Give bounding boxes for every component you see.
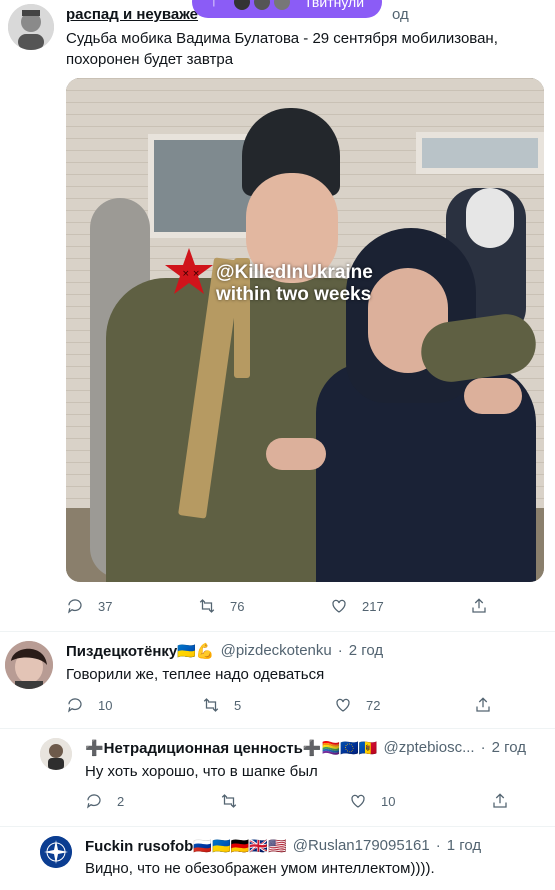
- like-count: 72: [366, 697, 381, 713]
- retweet-button[interactable]: 5: [202, 696, 241, 714]
- reply-button[interactable]: 37: [66, 597, 112, 615]
- heart-icon: [351, 794, 365, 808]
- new-tweets-label: Твитнули: [304, 0, 365, 10]
- reply-count: 37: [98, 598, 113, 614]
- heart-icon: [332, 599, 346, 613]
- photo-bg-person: [466, 188, 514, 248]
- retweet-icon: [203, 698, 219, 712]
- tweet-time[interactable]: од: [392, 6, 409, 23]
- avatar: [272, 0, 292, 12]
- like-button[interactable]: 217: [330, 597, 384, 615]
- tweet-text: Видно, что не обезображен умом интеллект…: [85, 860, 435, 877]
- retweet-count: 76: [230, 598, 245, 614]
- separator-dot: ·: [337, 642, 343, 659]
- share-icon: [493, 793, 507, 808]
- reply-button[interactable]: 10: [66, 696, 112, 714]
- watermark-line: within two weeks: [216, 284, 372, 305]
- separator-dot: ·: [435, 837, 441, 854]
- retweet-button[interactable]: 76: [198, 597, 244, 615]
- tweet-time[interactable]: 1 год: [447, 837, 481, 855]
- tweet-text-line: похоронен будет завтра: [66, 51, 234, 68]
- new-tweets-pill[interactable]: ↑ Твитнули: [192, 0, 382, 18]
- retweet-button[interactable]: [220, 792, 238, 810]
- like-count: 217: [362, 598, 384, 614]
- retweet-count: 5: [234, 697, 242, 713]
- retweet-icon: [199, 599, 215, 613]
- reply-count: 2: [117, 793, 125, 809]
- like-count: 10: [381, 793, 396, 809]
- photo-window: [416, 132, 544, 174]
- tweet-time[interactable]: 2 год: [349, 642, 383, 660]
- share-icon: [472, 598, 486, 613]
- reply-count: 10: [98, 697, 113, 713]
- author-name[interactable]: Пиздецкотёнку🇺🇦💪: [66, 642, 215, 660]
- avatar: [232, 0, 252, 12]
- nato-logo: [40, 836, 72, 868]
- tweet-text: Ну хоть хорошо, что в шапке был: [85, 763, 318, 780]
- tweet-time[interactable]: 2 год: [492, 739, 526, 757]
- photo-watermark: @KilledInUkraine within two weeks: [216, 262, 373, 306]
- watermark-line: @KilledInUkraine: [216, 262, 373, 283]
- tweet-text-line: Судьба мобика Вадима Булатова - 29 сентя…: [66, 30, 498, 47]
- avatar[interactable]: [40, 738, 72, 770]
- avatar[interactable]: [40, 836, 72, 868]
- thread-page: ↑ Твитнули распад и неуваже од Судьба мо…: [0, 0, 555, 890]
- like-button[interactable]: 10: [349, 792, 395, 810]
- author-name[interactable]: Fuckin rusofob🇷🇺🇺🇦🇩🇪🇬🇧🇺🇸: [85, 837, 287, 855]
- photo-hand: [266, 438, 326, 470]
- reply-icon: [87, 794, 101, 809]
- author-name[interactable]: ➕Нетрадиционная ценность➕🏳️‍🌈🇪🇺🇲🇩: [85, 739, 378, 757]
- svg-text:× ×: × ×: [182, 269, 200, 279]
- share-button[interactable]: [474, 696, 492, 714]
- tweet-text: Судьба мобика Вадима Булатова - 29 сентя…: [66, 28, 536, 70]
- author-handle[interactable]: @zptebiosc...: [384, 739, 475, 757]
- photo-hand: [464, 378, 522, 414]
- like-button[interactable]: 72: [334, 696, 380, 714]
- reply-icon: [68, 698, 82, 713]
- separator-dot: ·: [480, 739, 486, 756]
- author-name[interactable]: распад и неуваже: [66, 6, 198, 23]
- arrow-up-icon: ↑: [210, 0, 218, 10]
- red-star-icon: × ×: [165, 248, 213, 294]
- share-icon: [476, 697, 490, 712]
- avatar[interactable]: [5, 641, 53, 689]
- divider: [0, 728, 555, 729]
- heart-icon: [336, 698, 350, 712]
- share-button[interactable]: [491, 792, 509, 810]
- author-handle[interactable]: @Ruslan179095161: [293, 837, 430, 855]
- avatar: [252, 0, 272, 12]
- divider: [0, 631, 555, 632]
- divider: [0, 826, 555, 827]
- reply-icon: [68, 599, 82, 614]
- author-handle[interactable]: @pizdeckotenku: [221, 642, 332, 660]
- share-button[interactable]: [470, 597, 488, 615]
- avatar[interactable]: [8, 4, 54, 50]
- reply-button[interactable]: 2: [85, 792, 124, 810]
- retweet-icon: [221, 794, 237, 808]
- tweet-text: Говорили же, теплее надо одеваться: [66, 666, 325, 683]
- tweet-photo[interactable]: × × @KilledInUkraine within two weeks: [66, 78, 544, 582]
